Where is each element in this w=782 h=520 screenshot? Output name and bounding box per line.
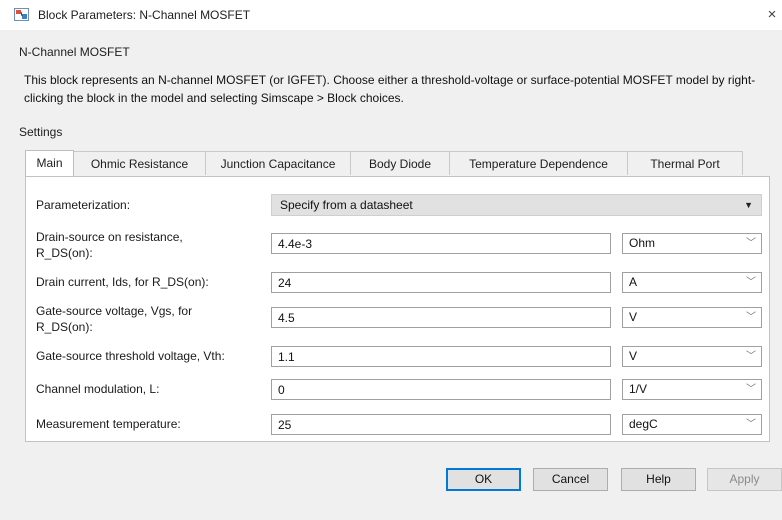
channel-modulation-input[interactable] (271, 379, 611, 400)
ids-unit-select[interactable]: A ﹀ (622, 272, 762, 293)
rdson-unit-value: Ohm (629, 236, 656, 250)
ids-input[interactable] (271, 272, 611, 293)
settings-label: Settings (19, 125, 63, 139)
close-icon[interactable]: × (762, 4, 782, 26)
vgs-unit-select[interactable]: V ﹀ (622, 307, 762, 328)
measurement-temperature-unit-select[interactable]: degC ﹀ (622, 414, 762, 435)
block-name: N-Channel MOSFET (19, 45, 130, 59)
tab-ohmic-resistance[interactable]: Ohmic Resistance (73, 151, 206, 175)
chevron-down-icon: ﹀ (746, 238, 756, 249)
channel-modulation-unit-select[interactable]: 1/V ﹀ (622, 379, 762, 400)
tab-main[interactable]: Main (25, 150, 74, 176)
tab-junction-capacitance[interactable]: Junction Capacitance (205, 151, 351, 175)
tab-thermal-port[interactable]: Thermal Port (627, 151, 743, 175)
param-label-ids: Drain current, Ids, for R_DS(on): (36, 275, 209, 289)
param-label-channel-modulation: Channel modulation, L: (36, 382, 160, 396)
caret-down-icon: ▼ (744, 200, 753, 210)
rdson-input[interactable] (271, 233, 611, 254)
help-button[interactable]: Help (621, 468, 696, 491)
vth-unit-value: V (629, 349, 638, 363)
vth-input[interactable] (271, 346, 611, 367)
rdson-unit-select[interactable]: Ohm ﹀ (622, 233, 762, 254)
parameterization-label: Parameterization: (36, 198, 131, 212)
cancel-button[interactable]: Cancel (533, 468, 608, 491)
window-title: Block Parameters: N-Channel MOSFET (38, 8, 251, 22)
chevron-down-icon: ﹀ (746, 277, 756, 288)
chevron-down-icon: ﹀ (746, 419, 756, 430)
vgs-input[interactable] (271, 307, 611, 328)
chevron-down-icon: ﹀ (746, 351, 756, 362)
main-tab-panel: Parameterization: Specify from a datashe… (25, 176, 770, 442)
vth-unit-select[interactable]: V ﹀ (622, 346, 762, 367)
settings-tabs: Main Ohmic Resistance Junction Capacitan… (25, 150, 743, 176)
channel-modulation-unit-value: 1/V (629, 382, 648, 396)
tab-body-diode[interactable]: Body Diode (350, 151, 450, 175)
ok-button[interactable]: OK (446, 468, 521, 491)
param-label-rdson: Drain-source on resistance, R_DS(on): (36, 230, 183, 260)
tab-temperature-dependence[interactable]: Temperature Dependence (449, 151, 628, 175)
ids-unit-value: A (629, 275, 638, 289)
apply-button[interactable]: Apply (707, 468, 782, 491)
measurement-temperature-unit-value: degC (629, 417, 658, 431)
param-label-vgs: Gate-source voltage, Vgs, for R_DS(on): (36, 304, 193, 334)
parameterization-select[interactable]: Specify from a datasheet ▼ (271, 194, 762, 216)
chevron-down-icon: ﹀ (746, 312, 756, 323)
vgs-unit-value: V (629, 310, 638, 324)
measurement-temperature-input[interactable] (271, 414, 611, 435)
param-label-measurement-temperature: Measurement temperature: (36, 417, 181, 431)
simulink-block-icon (14, 8, 29, 21)
chevron-down-icon: ﹀ (746, 384, 756, 395)
param-label-vth: Gate-source threshold voltage, Vth: (36, 349, 225, 363)
title-bar: Block Parameters: N-Channel MOSFET × (0, 0, 782, 30)
block-description: This block represents an N-channel MOSFE… (24, 73, 756, 105)
parameterization-value: Specify from a datasheet (280, 198, 413, 212)
